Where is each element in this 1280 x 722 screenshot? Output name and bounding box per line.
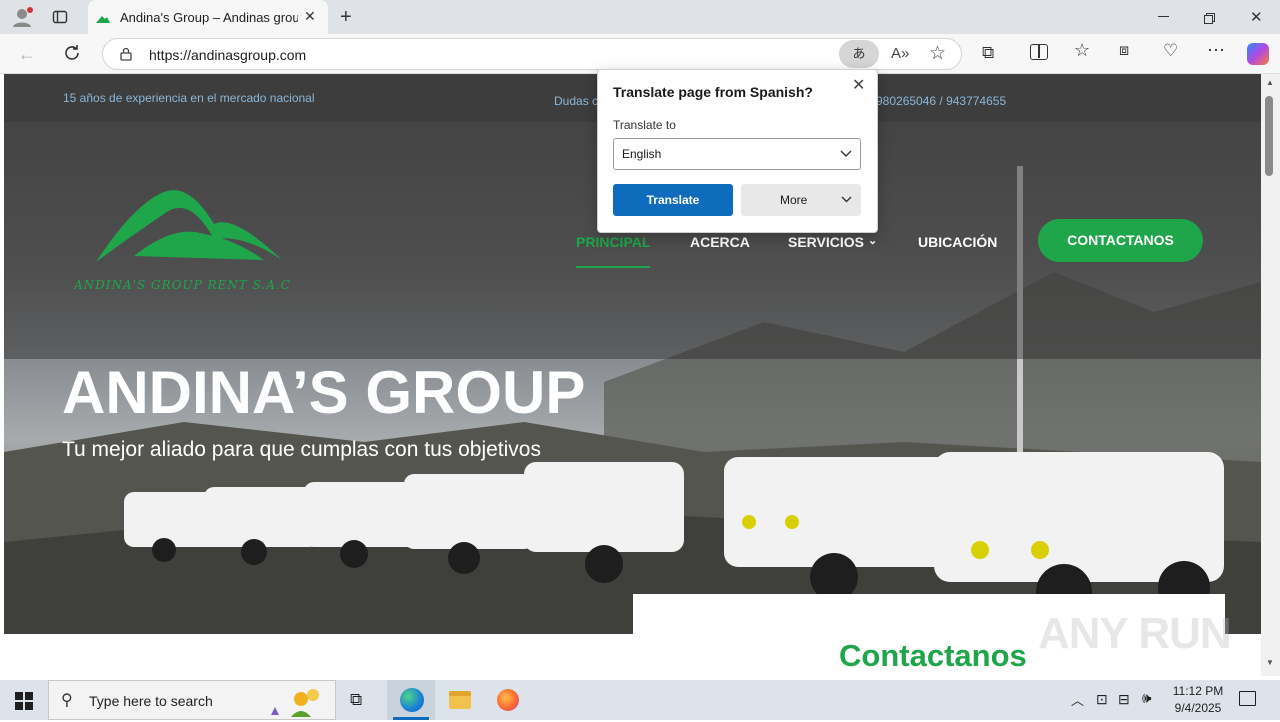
collections-icon[interactable]: ⧈ [1119,42,1129,60]
close-tab-icon[interactable]: ✕ [304,8,316,25]
tray-device-icon[interactable]: ⊡ [1096,691,1108,708]
file-explorer-icon[interactable] [449,691,471,709]
copilot-icon[interactable] [1247,43,1269,65]
language-select-value: English [622,147,662,161]
scrollbar-thumb[interactable] [1265,96,1273,176]
windows-taskbar: ⚲ Type here to search ⧉ ︿ ⊡ ⊟ 🕪 11:12 PM… [0,680,1280,720]
contactanos-button[interactable]: CONTACTANOS [1038,219,1203,262]
chevron-down-icon [841,196,852,203]
taskbar-search-placeholder: Type here to search [89,693,213,709]
contactanos-button-label: CONTACTANOS [1067,232,1174,248]
search-highlight-flowers-icon [261,685,331,717]
topbar-experience-text: 15 años de experiencia en el mercado nac… [63,91,315,105]
translate-to-label: Translate to [613,118,676,132]
more-button[interactable]: More [741,184,861,216]
translate-popup-close-icon[interactable]: ✕ [852,75,865,95]
favorite-star-icon[interactable]: ☆ [929,42,946,65]
new-tab-icon[interactable]: + [340,6,352,29]
scroll-down-icon[interactable]: ▼ [1266,658,1274,667]
topbar-doubts-text: Dudas c [554,94,599,108]
windows-start-icon[interactable] [15,692,33,710]
taskbar-search-box[interactable]: ⚲ Type here to search [48,680,336,720]
more-button-label: More [780,193,808,207]
contact-heading: Contactanos [839,638,1027,673]
browser-essentials-icon[interactable]: ♡ [1163,41,1178,61]
logo-text: ANDINA'S GROUP RENT S.A.C [74,278,291,292]
chevron-down-icon[interactable]: ⌄ [868,234,877,247]
extensions-icon[interactable]: ⧉ [982,43,994,63]
volume-icon[interactable]: 🕪 [1142,690,1151,707]
tray-chevron-up-icon[interactable]: ︿ [1071,690,1084,709]
scroll-up-icon[interactable]: ▲ [1266,78,1274,87]
translate-button[interactable]: Translate [613,184,733,216]
notifications-icon[interactable] [1239,691,1256,706]
nav-principal[interactable]: PRINCIPAL [576,234,650,250]
translate-popup: Translate page from Spanish? ✕ Translate… [597,69,878,233]
url-text[interactable]: https://andinasgroup.com [149,47,306,63]
page-scrollbar[interactable]: ▲ ▼ [1261,74,1280,676]
split-screen-icon[interactable] [1030,44,1048,60]
address-bar[interactable]: https://andinasgroup.com あ A» ☆ [102,38,962,70]
translate-popup-title: Translate page from Spanish? [613,84,813,100]
minimize-icon[interactable] [1158,16,1169,17]
nav-ubicacion[interactable]: UBICACIÓN [918,234,997,250]
watermark-text: ANY RUN [1038,609,1232,658]
language-select[interactable]: English [613,138,861,170]
translate-icon[interactable]: あ [839,40,879,68]
topbar-phones-text: 980265046 / 943774655 [876,94,1007,108]
hero-subtitle: Tu mejor aliado para que cumplas con tus… [62,438,541,461]
restore-icon[interactable] [1204,11,1215,24]
network-icon[interactable]: ⊟ [1118,691,1130,708]
anyrun-watermark: ANY RUN [1038,609,1238,669]
site-info-lock-icon[interactable] [119,47,133,61]
active-tab[interactable]: Andina's Group – Andinas group. ✕ [88,0,328,34]
settings-more-icon[interactable]: ⋯ [1207,40,1225,61]
close-window-icon[interactable]: ✕ [1250,8,1263,26]
tab-actions-icon[interactable] [52,9,68,25]
taskbar-date[interactable]: 9/4/2025 [1170,701,1226,715]
task-view-icon[interactable]: ⧉ [350,690,362,710]
firefox-icon[interactable] [497,689,519,711]
search-icon: ⚲ [61,692,73,709]
read-aloud-icon[interactable]: A» [891,45,909,62]
edge-taskbar-icon[interactable] [387,680,435,720]
translate-button-label: Translate [646,193,700,207]
favorites-icon[interactable]: ☆ [1074,40,1090,61]
nav-acerca[interactable]: ACERCA [690,234,750,250]
nav-active-underline [576,266,650,268]
nav-servicios[interactable]: SERVICIOS [788,234,864,250]
profile-avatar-icon[interactable] [12,6,34,28]
tab-strip: Andina's Group – Andinas group. ✕ + ✕ [0,0,1280,34]
tab-title: Andina's Group – Andinas group. [120,10,298,25]
refresh-icon[interactable] [62,43,82,63]
logo-mountain-icon [96,190,282,262]
back-icon[interactable]: ← [18,44,36,65]
taskbar-time[interactable]: 11:12 PM [1170,684,1226,698]
site-favicon-icon [96,11,110,23]
browser-toolbar: ← https://andinasgroup.com あ A» ☆ ⧉ ☆ ⧈ … [0,34,1280,74]
chevron-down-icon [840,150,852,157]
hero-title: ANDINA’S GROUP [62,359,586,426]
site-logo[interactable]: ANDINA'S GROUP RENT S.A.C [74,184,304,294]
